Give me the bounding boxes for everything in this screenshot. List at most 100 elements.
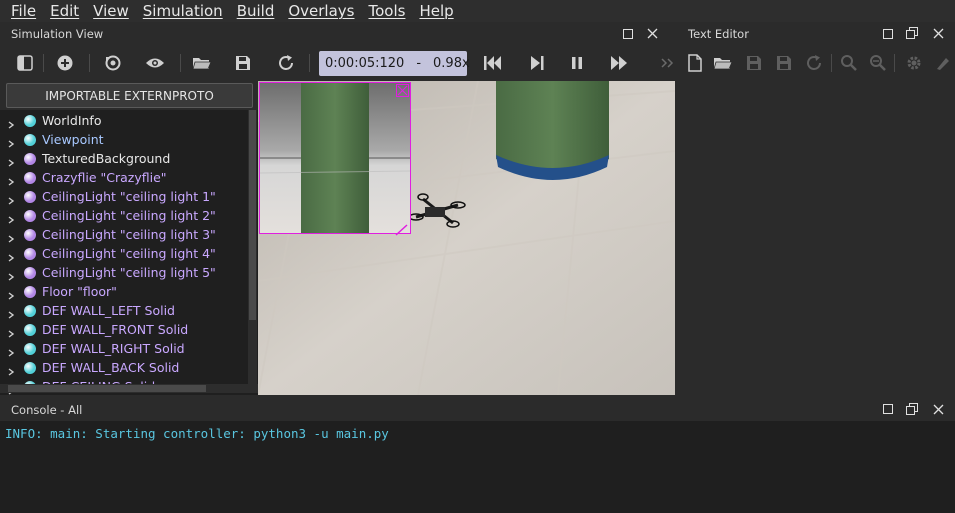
text-editor-area[interactable]: [675, 81, 955, 395]
node-type-icon: [24, 247, 36, 260]
reload-world-icon[interactable]: [275, 52, 297, 74]
expand-arrow-icon[interactable]: [7, 288, 15, 300]
scene-tree-vertical-scroll-thumb[interactable]: [249, 110, 256, 320]
view-eye-icon[interactable]: [144, 52, 166, 74]
expand-arrow-icon[interactable]: [7, 155, 15, 167]
scene-tree-item[interactable]: DEF WALL_FRONT Solid: [0, 320, 188, 339]
scene-tree-item[interactable]: DEF WALL_LEFT Solid: [0, 301, 175, 320]
node-type-icon: [24, 171, 36, 184]
expand-arrow-icon[interactable]: [7, 269, 15, 281]
reset-simulation-icon[interactable]: [482, 52, 504, 74]
text-editor-toolbar: [676, 46, 955, 80]
scene-tree-item[interactable]: Floor "floor": [0, 282, 117, 301]
scene-tree-item-label: CeilingLight "ceiling light 4": [42, 246, 216, 261]
scene-tree-item-label: TexturedBackground: [42, 151, 171, 166]
expand-arrow-icon[interactable]: [7, 136, 15, 148]
close-icon[interactable]: [931, 26, 945, 40]
scene-tree-item-label: DEF WALL_FRONT Solid: [42, 322, 189, 337]
toggle-scene-tree-icon[interactable]: [14, 52, 36, 74]
scene-tree-item[interactable]: CeilingLight "ceiling light 2": [0, 206, 216, 225]
menu-bar: File Edit View Simulation Build Overlays…: [0, 0, 955, 22]
menu-edit[interactable]: Edit: [39, 2, 79, 20]
menu-file[interactable]: File: [0, 2, 36, 20]
console-header: Console - All: [0, 399, 955, 421]
scene-tree-item[interactable]: WorldInfo: [0, 111, 101, 130]
restore-icon[interactable]: [905, 26, 919, 40]
expand-arrow-icon[interactable]: [7, 326, 15, 338]
speed-factor: 0.98x: [433, 56, 470, 71]
menu-overlays[interactable]: Overlays: [277, 2, 354, 20]
reset-viewpoint-icon[interactable]: [102, 52, 124, 74]
float-icon[interactable]: [881, 402, 895, 416]
simulation-time-display: 0:00:05:120 - 0.98x: [319, 51, 470, 76]
new-file-icon[interactable]: [684, 52, 706, 74]
expand-arrow-icon[interactable]: [7, 193, 15, 205]
close-icon[interactable]: [931, 402, 945, 416]
toolbar-overflow-icon[interactable]: [656, 52, 678, 74]
3d-viewport[interactable]: [258, 81, 675, 395]
menu-view[interactable]: View: [82, 2, 129, 20]
close-icon[interactable]: [645, 26, 659, 40]
replace-icon[interactable]: [867, 52, 889, 74]
scene-tree-item-label: DEF WALL_LEFT Solid: [42, 303, 175, 318]
float-icon[interactable]: [881, 27, 895, 41]
restore-icon[interactable]: [905, 402, 919, 416]
scene-tree-horizontal-scroll-thumb[interactable]: [8, 385, 206, 392]
scene-tree-item[interactable]: CeilingLight "ceiling light 3": [0, 225, 216, 244]
save-file-icon[interactable]: [743, 52, 765, 74]
expand-arrow-icon[interactable]: [7, 231, 15, 243]
scene-tree-item[interactable]: DEF WALL_RIGHT Solid: [0, 339, 185, 358]
node-type-icon: [24, 285, 36, 298]
node-type-icon: [24, 342, 36, 355]
scene-tree-item[interactable]: Viewpoint: [0, 130, 104, 149]
add-node-icon[interactable]: [54, 52, 76, 74]
scene-tree-item[interactable]: TexturedBackground: [0, 149, 170, 168]
overlay-resize-handle-icon[interactable]: [394, 221, 408, 236]
node-type-icon: [24, 304, 36, 317]
revert-icon[interactable]: [803, 52, 825, 74]
text-editor-title: Text Editor: [688, 27, 749, 41]
fast-forward-icon[interactable]: [608, 52, 630, 74]
scene-tree-item[interactable]: DEF WALL_BACK Solid: [0, 358, 179, 377]
clean-brush-icon[interactable]: [932, 52, 954, 74]
node-type-icon: [24, 114, 36, 127]
pause-icon[interactable]: [566, 52, 588, 74]
importable-externproto-button[interactable]: IMPORTABLE EXTERNPROTO: [6, 83, 253, 108]
scene-tree-item[interactable]: CeilingLight "ceiling light 5": [0, 263, 216, 282]
console-output[interactable]: INFO: main: Starting controller: python3…: [0, 421, 955, 513]
find-icon[interactable]: [838, 52, 860, 74]
float-icon[interactable]: [621, 27, 635, 41]
node-type-icon: [24, 323, 36, 336]
save-as-icon[interactable]: [773, 52, 795, 74]
save-world-icon[interactable]: [232, 52, 254, 74]
expand-arrow-icon[interactable]: [7, 364, 15, 376]
menu-build[interactable]: Build: [226, 2, 275, 20]
menu-help[interactable]: Help: [408, 2, 453, 20]
step-icon[interactable]: [526, 52, 548, 74]
expand-arrow-icon[interactable]: [7, 117, 15, 129]
scene-tree-item[interactable]: CeilingLight "ceiling light 1": [0, 187, 216, 206]
scene-tree-item-label: CeilingLight "ceiling light 3": [42, 227, 216, 242]
node-type-icon: [24, 209, 36, 222]
expand-arrow-icon[interactable]: [7, 307, 15, 319]
node-type-icon: [24, 361, 36, 374]
scene-tree-item-label: CeilingLight "ceiling light 2": [42, 208, 216, 223]
expand-arrow-icon[interactable]: [7, 250, 15, 262]
camera-overlay[interactable]: [259, 82, 411, 234]
scene-tree: WorldInfo Viewpoint TexturedBackground Craz…: [0, 110, 258, 395]
console-title: Console - All: [11, 403, 83, 417]
scene-tree-item-label: DEF WALL_RIGHT Solid: [42, 341, 185, 356]
expand-arrow-icon[interactable]: [7, 345, 15, 357]
scene-tree-item[interactable]: CeilingLight "ceiling light 4": [0, 244, 216, 263]
build-gear-icon[interactable]: [903, 52, 925, 74]
time-separator: -: [416, 56, 422, 71]
overlay-close-icon[interactable]: [396, 82, 409, 97]
scene-tree-item[interactable]: Crazyflie "Crazyflie": [0, 168, 167, 187]
expand-arrow-icon[interactable]: [7, 212, 15, 224]
expand-arrow-icon[interactable]: [7, 174, 15, 186]
menu-simulation[interactable]: Simulation: [132, 2, 223, 20]
open-file-icon[interactable]: [712, 52, 734, 74]
menu-tools[interactable]: Tools: [357, 2, 405, 20]
scene-tree-item-label: Crazyflie "Crazyflie": [42, 170, 167, 185]
open-world-icon[interactable]: [191, 52, 213, 74]
